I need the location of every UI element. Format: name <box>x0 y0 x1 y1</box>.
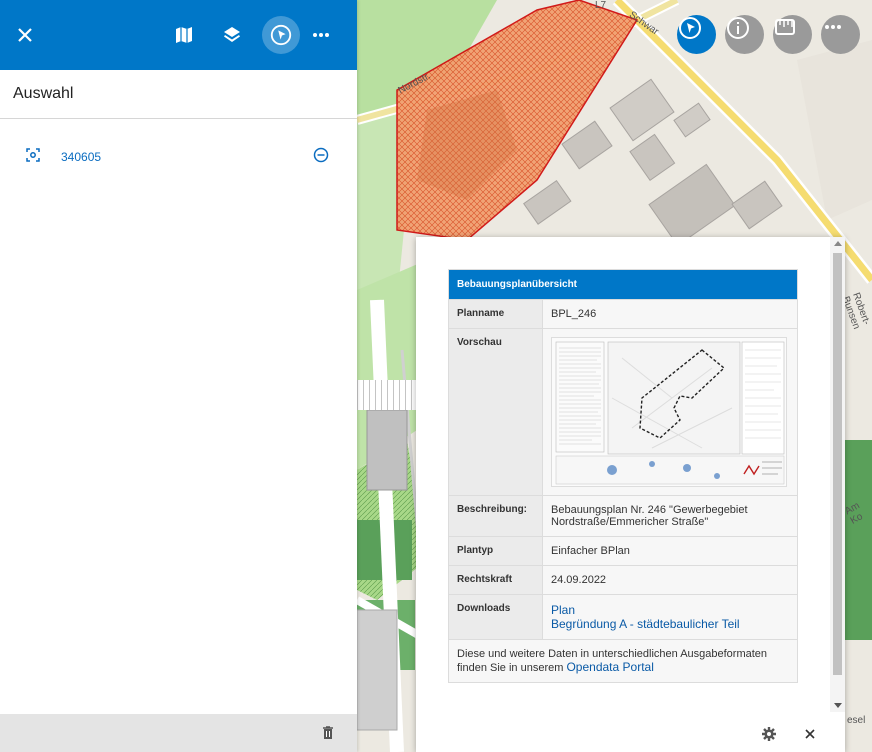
panel-title: Auswahl <box>13 85 74 102</box>
table-row: Planname BPL_246 <box>448 299 798 329</box>
clear-selection-button[interactable] <box>320 725 336 741</box>
map-more-button[interactable] <box>821 15 860 54</box>
selection-panel: Auswahl 340605 <box>0 0 357 752</box>
close-panel-button[interactable] <box>6 16 44 54</box>
table-row: Rechtskraft 24.09.2022 <box>448 565 798 595</box>
map-measure-button[interactable] <box>773 15 812 54</box>
more-horizontal-icon <box>825 25 841 29</box>
street-label-esel: esel <box>847 715 866 726</box>
selection-item-label[interactable]: 340605 <box>61 150 101 164</box>
table-row: Diese und weitere Daten in unterschiedli… <box>448 639 798 683</box>
map-info-button[interactable] <box>725 15 764 54</box>
info-table: Bebauungsplanübersicht Planname BPL_246 … <box>448 269 798 683</box>
map-select-button[interactable] <box>677 15 716 54</box>
focus-icon <box>26 148 40 162</box>
row-key: Planname <box>448 299 543 329</box>
scroll-down-arrow-icon[interactable] <box>834 703 842 708</box>
select-tool-button[interactable] <box>262 16 300 54</box>
download-plan-link[interactable]: Plan <box>551 603 789 617</box>
row-key: Rechtskraft <box>448 565 543 595</box>
row-value: 24.09.2022 <box>542 565 798 595</box>
cursor-select-icon <box>679 17 701 39</box>
info-icon <box>727 17 749 39</box>
popup-content[interactable]: Bebauungsplanübersicht Planname BPL_246 … <box>416 237 830 712</box>
divider <box>0 118 357 119</box>
row-key: Downloads <box>448 594 543 640</box>
more-horizontal-icon <box>313 33 329 37</box>
layers-icon <box>224 27 240 42</box>
download-justification-link[interactable]: Begründung A - städtebaulicher Teil <box>551 617 789 631</box>
remove-circle-icon <box>313 147 329 163</box>
table-row: Vorschau <box>448 328 798 496</box>
toolbar <box>0 0 357 70</box>
measure-icon <box>775 19 795 35</box>
table-row: Beschreibung: Bebauungsplan Nr. 246 "Gew… <box>448 495 798 537</box>
row-value: BPL_246 <box>542 299 798 329</box>
close-icon <box>805 729 815 739</box>
popup-close-button[interactable] <box>802 726 818 742</box>
zoom-to-feature-button[interactable] <box>24 146 42 164</box>
cursor-select-icon <box>270 24 292 46</box>
scroll-up-arrow-icon[interactable] <box>834 241 842 246</box>
remove-selection-button[interactable] <box>312 146 330 164</box>
row-key: Plantyp <box>448 536 543 566</box>
popup-settings-button[interactable] <box>761 726 777 742</box>
table-row: Downloads Plan Begründung A - städtebaul… <box>448 594 798 640</box>
trash-icon <box>323 726 333 739</box>
row-key: Vorschau <box>448 328 543 496</box>
row-key: Beschreibung: <box>448 495 543 537</box>
row-value: Einfacher BPlan <box>542 536 798 566</box>
table-header: Bebauungsplanübersicht <box>448 269 798 300</box>
plan-thumbnail <box>552 338 786 486</box>
map-icon <box>176 27 192 43</box>
popup-scrollbar[interactable] <box>830 237 845 712</box>
table-row: Plantyp Einfacher BPlan <box>448 536 798 566</box>
layers-button[interactable] <box>213 16 251 54</box>
map-view-button[interactable] <box>165 16 203 54</box>
gear-icon <box>762 727 776 741</box>
more-button[interactable] <box>302 16 340 54</box>
row-value: Bebauungsplan Nr. 246 "Gewerbegebiet Nor… <box>542 495 798 537</box>
panel-footer <box>0 714 357 752</box>
street-label-l7: L7 <box>595 0 607 11</box>
opendata-portal-link[interactable]: Opendata Portal <box>566 660 653 674</box>
selection-list-item[interactable]: 340605 <box>0 140 357 170</box>
scrollbar-thumb[interactable] <box>833 253 842 675</box>
feature-info-popup: Bebauungsplanübersicht Planname BPL_246 … <box>416 237 845 752</box>
plan-preview-image[interactable] <box>551 337 787 487</box>
close-icon <box>18 28 32 42</box>
